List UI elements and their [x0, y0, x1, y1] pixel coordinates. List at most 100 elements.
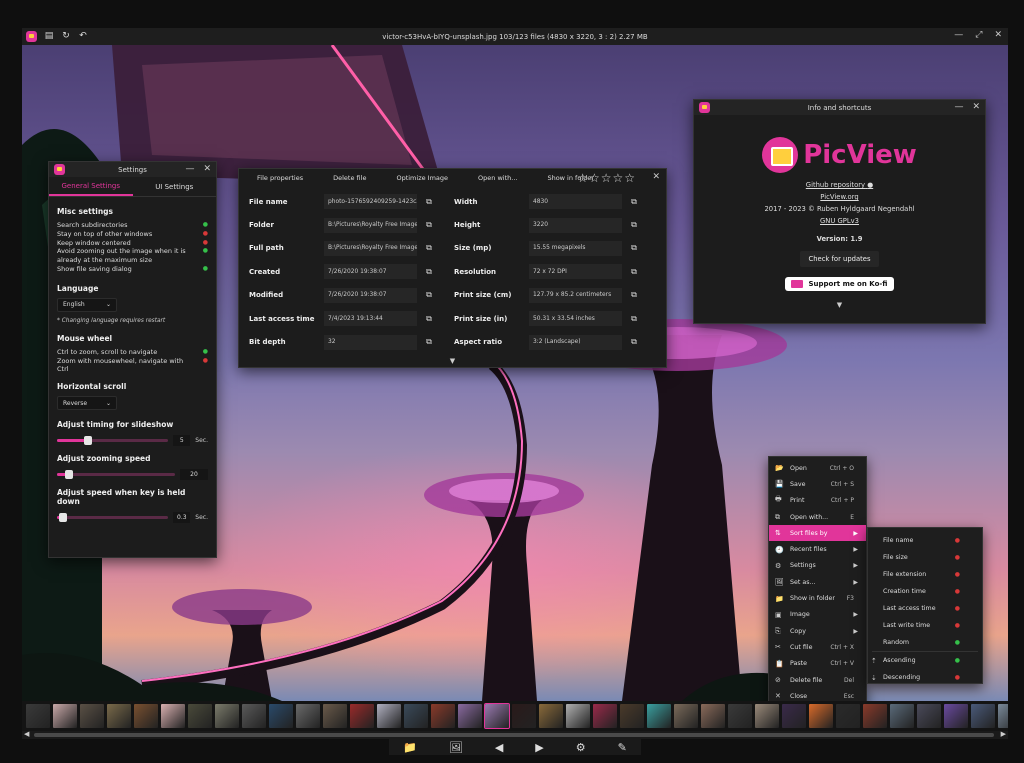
- thumbnail[interactable]: [944, 704, 968, 728]
- misc-option[interactable]: Show file saving dialog ●: [57, 265, 208, 274]
- minimize-button[interactable]: —: [954, 30, 963, 40]
- chevron-down-icon[interactable]: ▼: [694, 301, 985, 309]
- file-properties-button[interactable]: File properties: [257, 174, 303, 182]
- settings-gear-icon[interactable]: ⚙: [576, 741, 586, 754]
- horizontal-scroll-dropdown[interactable]: Reverse ⌄: [57, 396, 117, 411]
- close-icon[interactable]: ✕: [203, 164, 211, 174]
- thumbnail[interactable]: [917, 704, 941, 728]
- thumbnail[interactable]: [458, 704, 482, 728]
- menu-item-set-as[interactable]: 🖼 Set as... ▶: [769, 574, 866, 590]
- copy-icon[interactable]: ⧉: [627, 195, 641, 209]
- menu-item-settings[interactable]: ⚙ Settings ▶: [769, 558, 866, 574]
- kofi-button[interactable]: Support me on Ko-fi: [785, 277, 894, 291]
- thumbnail[interactable]: [539, 704, 563, 728]
- thumbnail[interactable]: [350, 704, 374, 728]
- thumbnail[interactable]: [484, 703, 510, 729]
- scrollbar-thumb[interactable]: [34, 733, 994, 737]
- menu-item-open[interactable]: 📂 Open Ctrl + O: [769, 460, 866, 476]
- property-value[interactable]: 50.31 x 33.54 inches: [529, 311, 622, 327]
- thumbnail[interactable]: [971, 704, 995, 728]
- sort-last-write-time[interactable]: Last write time ●: [868, 617, 982, 634]
- toggle-on-icon[interactable]: ●: [203, 247, 208, 265]
- thumbnail[interactable]: [323, 704, 347, 728]
- sort-creation-time[interactable]: Creation time ●: [868, 583, 982, 600]
- key-speed-value[interactable]: 0.3: [173, 512, 191, 524]
- star-rating[interactable]: ☆☆☆☆☆: [577, 171, 636, 185]
- sort-file-size[interactable]: File size ●: [868, 549, 982, 566]
- property-value[interactable]: 32: [324, 334, 417, 350]
- toggle-off-icon[interactable]: ●: [203, 230, 208, 239]
- menu-item-print[interactable]: 🖶 Print Ctrl + P: [769, 493, 866, 509]
- toggle-on-icon[interactable]: ●: [203, 265, 208, 274]
- open-file-icon[interactable]: 📁: [403, 741, 417, 754]
- menu-item-delete-file[interactable]: ⊘ Delete file Del: [769, 672, 866, 688]
- misc-option[interactable]: Stay on top of other windows ●: [57, 230, 208, 239]
- thumbnail[interactable]: [863, 704, 887, 728]
- previous-image-icon[interactable]: ◀: [495, 741, 503, 754]
- key-speed-slider[interactable]: [57, 513, 169, 523]
- thumbnail[interactable]: [620, 704, 644, 728]
- property-value[interactable]: 3220: [529, 217, 622, 233]
- sort-last-access-time[interactable]: Last access time ●: [868, 600, 982, 617]
- picview-logo-icon[interactable]: [26, 31, 37, 42]
- thumbnail[interactable]: [377, 704, 401, 728]
- gallery-scrollbar[interactable]: ◀ ▶: [22, 730, 1008, 739]
- tools-icon[interactable]: ✎: [618, 741, 627, 754]
- minimize-button[interactable]: —: [954, 102, 963, 112]
- property-value[interactable]: 127.79 x 85.2 centimeters: [529, 287, 622, 303]
- mouse-wheel-option[interactable]: Zoom with mousewheel, navigate with Ctrl…: [57, 357, 208, 375]
- copy-icon[interactable]: ⧉: [422, 312, 436, 326]
- thumbnail[interactable]: [161, 704, 185, 728]
- check-updates-button[interactable]: Check for updates: [800, 251, 879, 267]
- zoom-speed-slider[interactable]: [57, 470, 175, 480]
- thumbnail[interactable]: [215, 704, 239, 728]
- menu-item-recent-files[interactable]: 🕘 Recent files ▶: [769, 541, 866, 557]
- optimize-image-button[interactable]: Optimize Image: [396, 174, 448, 182]
- copy-icon[interactable]: ⧉: [422, 288, 436, 302]
- license-link[interactable]: GNU GPLv3: [694, 217, 985, 225]
- thumbnail[interactable]: [512, 704, 536, 728]
- misc-option[interactable]: Search subdirectories ●: [57, 221, 208, 230]
- flip-icon[interactable]: ↶: [78, 31, 88, 41]
- zoom-speed-value[interactable]: 20: [180, 469, 208, 481]
- close-icon[interactable]: ✕: [972, 102, 980, 112]
- sort-order-ascending[interactable]: ⇡ Ascending ●: [868, 652, 982, 669]
- minimize-button[interactable]: —: [185, 164, 194, 174]
- copy-icon[interactable]: ⧉: [627, 312, 641, 326]
- radio-on-icon[interactable]: ●: [955, 639, 960, 646]
- close-button[interactable]: ✕: [994, 30, 1002, 40]
- website-link[interactable]: PicView.org: [694, 193, 985, 201]
- menu-item-open-with[interactable]: ⧉ Open with... E: [769, 509, 866, 525]
- thumbnail[interactable]: [647, 704, 671, 728]
- misc-option[interactable]: Avoid zooming out the image when it is a…: [57, 247, 208, 265]
- property-value[interactable]: B:\Pictures\Royalty Free Images: [324, 240, 417, 256]
- radio-off-icon[interactable]: ●: [955, 571, 960, 578]
- menu-item-cut-file[interactable]: ✂ Cut file Ctrl + X: [769, 639, 866, 655]
- thumbnail[interactable]: [782, 704, 806, 728]
- thumbnail[interactable]: [26, 704, 50, 728]
- thumbnail[interactable]: [998, 704, 1008, 728]
- close-icon[interactable]: ✕: [652, 172, 660, 182]
- menu-item-copy[interactable]: ⎘ Copy ▶: [769, 623, 866, 639]
- thumbnail[interactable]: [242, 704, 266, 728]
- thumbnail[interactable]: [755, 704, 779, 728]
- thumbnail[interactable]: [53, 704, 77, 728]
- gallery-icon[interactable]: ▤: [44, 31, 54, 41]
- property-value[interactable]: 7/26/2020 19:38:07: [324, 287, 417, 303]
- radio-off-icon[interactable]: ●: [955, 674, 960, 681]
- thumbnail[interactable]: [701, 704, 725, 728]
- menu-item-paste[interactable]: 📋 Paste Ctrl + V: [769, 656, 866, 672]
- copy-icon[interactable]: ⧉: [422, 218, 436, 232]
- copy-icon[interactable]: ⧉: [422, 265, 436, 279]
- tab-general-settings[interactable]: General Settings: [49, 177, 133, 196]
- radio-off-icon[interactable]: ●: [955, 554, 960, 561]
- menu-item-save[interactable]: 💾 Save Ctrl + S: [769, 476, 866, 492]
- copy-icon[interactable]: ⧉: [422, 241, 436, 255]
- open-with-button[interactable]: Open with...: [478, 174, 517, 182]
- thumbnail[interactable]: [566, 704, 590, 728]
- chevron-down-icon[interactable]: ▼: [239, 357, 666, 365]
- property-value[interactable]: 15.55 megapixels: [529, 240, 622, 256]
- radio-on-icon[interactable]: ●: [955, 657, 960, 664]
- github-link[interactable]: Github repository ●: [694, 181, 985, 189]
- property-value[interactable]: 7/26/2020 19:38:07: [324, 264, 417, 280]
